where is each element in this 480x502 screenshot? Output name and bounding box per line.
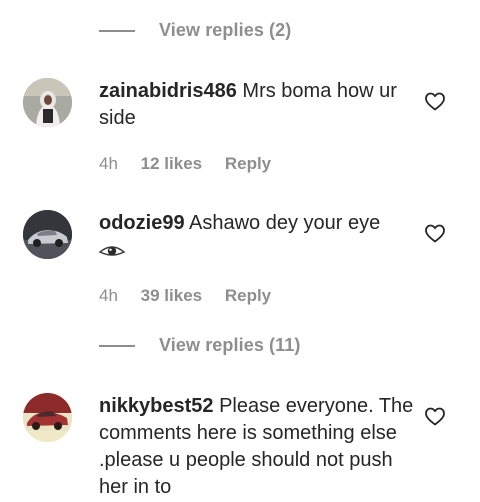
avatar[interactable] [23, 393, 72, 442]
view-replies-button[interactable]: View replies (11) [159, 335, 300, 356]
comment-text: nikkybest52 Please everyone. The comment… [99, 393, 419, 501]
avatar[interactable] [23, 78, 72, 127]
comment-username[interactable]: nikkybest52 [99, 395, 214, 417]
comment-text: odozie99 Ashawo dey your eye [98, 210, 419, 264]
heart-icon[interactable] [423, 89, 447, 113]
view-replies-row[interactable]: View replies (11) [0, 331, 480, 361]
comment-body: Ashawo dey your eye [189, 212, 381, 234]
avatar-image [23, 78, 72, 127]
comment-username[interactable]: odozie99 [99, 212, 185, 234]
eye-icon [98, 242, 126, 260]
avatar-image [23, 393, 72, 442]
comment-username[interactable]: zainabidris486 [99, 80, 237, 102]
comment-timestamp: 4h [99, 286, 118, 305]
heart-icon[interactable] [423, 404, 447, 428]
comment-meta: 4h 39 likes Reply [99, 286, 271, 306]
view-replies-row[interactable]: View replies (2) [0, 16, 480, 46]
comment-meta: 4h 12 likes Reply [99, 154, 271, 174]
replies-divider-line [99, 345, 135, 347]
avatar-image [23, 210, 72, 259]
avatar[interactable] [23, 210, 72, 259]
heart-icon[interactable] [423, 221, 447, 245]
likes-count[interactable]: 39 likes [141, 286, 202, 306]
likes-count[interactable]: 12 likes [141, 154, 202, 174]
comment-timestamp: 4h [99, 154, 118, 173]
comment-text: zainabidris486 Mrs boma how ur side [99, 78, 419, 132]
reply-button[interactable]: Reply [225, 286, 271, 306]
reply-button[interactable]: Reply [225, 154, 271, 174]
view-replies-button[interactable]: View replies (2) [159, 20, 291, 41]
replies-divider-line [99, 30, 135, 32]
